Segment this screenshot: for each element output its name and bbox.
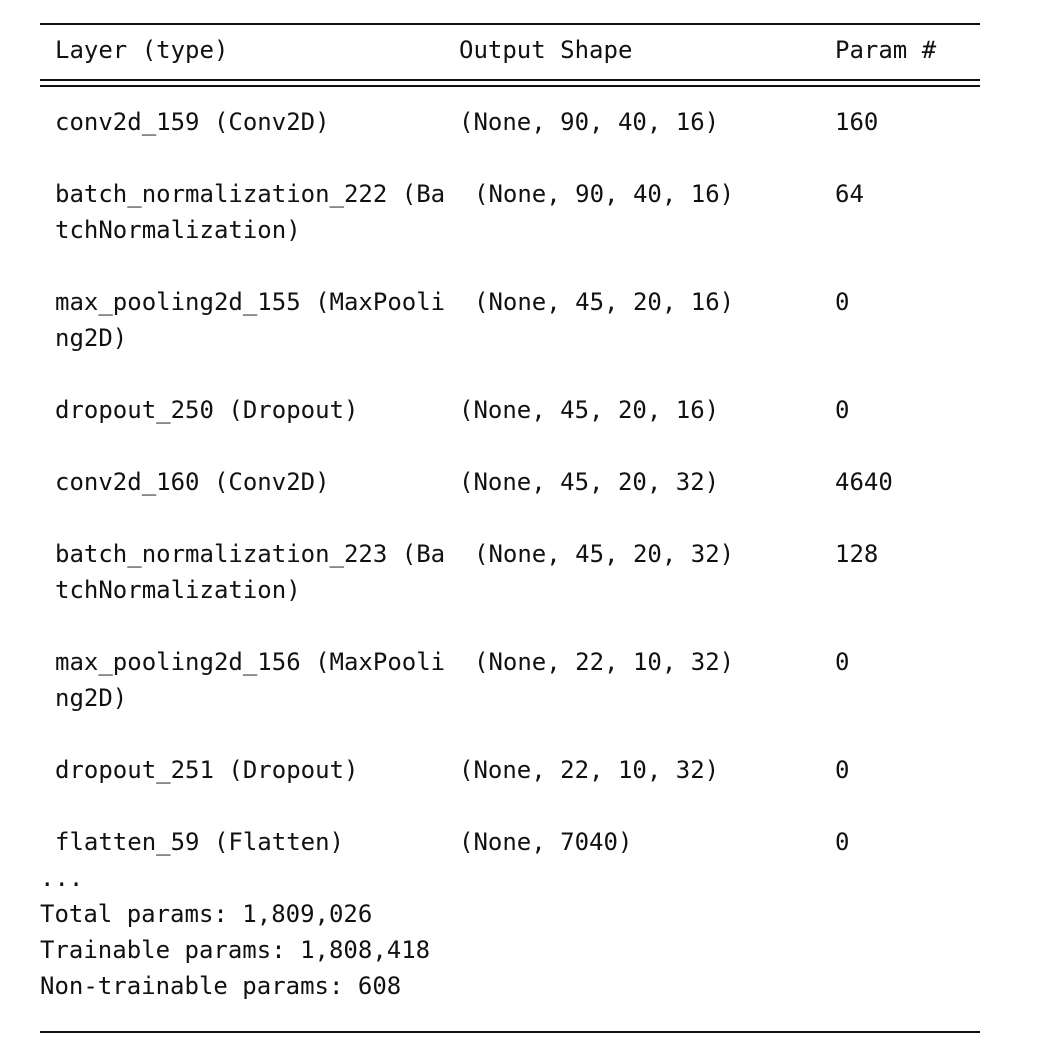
output-shape: (None, 45, 20, 32) (459, 468, 720, 496)
table-row: conv2d_159 (Conv2D) (None, 90, 40, 16) 1… (40, 104, 980, 176)
layer-name: max_pooling2d_155 (MaxPooli ng2D) (55, 288, 446, 352)
output-shape: (None, 90, 40, 16) (474, 180, 735, 208)
table-row: batch_normalization_223 (Ba tchNormaliza… (40, 536, 980, 608)
table-row: flatten_59 (Flatten) (None, 7040) 0 (40, 824, 980, 896)
output-shape: (None, 45, 20, 16) (459, 396, 720, 424)
non-trainable-params: Non-trainable params: 608 (40, 972, 402, 1000)
trainable-params: Trainable params: 1,808,418 (40, 936, 431, 964)
header-param-count: Param # (835, 36, 937, 64)
layer-name: max_pooling2d_156 (MaxPooli ng2D) (55, 648, 446, 712)
param-count: 64 (835, 180, 864, 208)
table-row: max_pooling2d_156 (MaxPooli ng2D) (None,… (40, 644, 980, 716)
model-summary: Layer (type) Output Shape Param # conv2d… (40, 0, 980, 1056)
layer-name: dropout_250 (Dropout) (55, 396, 359, 424)
header-output-shape: Output Shape (459, 36, 633, 64)
param-count: 0 (835, 648, 850, 676)
total-params: Total params: 1,809,026 (40, 900, 373, 928)
param-count: 160 (835, 108, 879, 136)
param-count: 0 (835, 828, 850, 856)
output-shape: (None, 90, 40, 16) (459, 108, 720, 136)
layer-name: conv2d_159 (Conv2D) (55, 108, 330, 136)
layer-name: batch_normalization_223 (Ba tchNormaliza… (55, 540, 446, 604)
header-layer-type: Layer (type) (55, 36, 229, 64)
output-shape: (None, 45, 20, 32) (474, 540, 735, 568)
param-count: 0 (835, 288, 850, 316)
table-row: batch_normalization_222 (Ba tchNormaliza… (40, 176, 980, 248)
table-row: dropout_251 (Dropout) (None, 22, 10, 32)… (40, 752, 980, 824)
layer-name: conv2d_160 (Conv2D) (55, 468, 330, 496)
top-rule (40, 23, 980, 25)
output-shape: (None, 7040) (459, 828, 633, 856)
param-count: 128 (835, 540, 879, 568)
bottom-rule (40, 1031, 980, 1033)
layer-name: dropout_251 (Dropout) (55, 756, 359, 784)
header-double-rule (40, 77, 980, 89)
param-count: 0 (835, 396, 850, 424)
output-shape: (None, 22, 10, 32) (459, 756, 720, 784)
layer-name: flatten_59 (Flatten) (55, 828, 344, 856)
layer-name: batch_normalization_222 (Ba tchNormaliza… (55, 180, 446, 244)
truncation-ellipsis: ... (40, 864, 84, 892)
output-shape: (None, 45, 20, 16) (474, 288, 735, 316)
param-count: 4640 (835, 468, 893, 496)
table-row: dropout_250 (Dropout) (None, 45, 20, 16)… (40, 392, 980, 464)
output-shape: (None, 22, 10, 32) (474, 648, 735, 676)
param-count: 0 (835, 756, 850, 784)
table-row: conv2d_160 (Conv2D) (None, 45, 20, 32) 4… (40, 464, 980, 536)
table-row: max_pooling2d_155 (MaxPooli ng2D) (None,… (40, 284, 980, 356)
